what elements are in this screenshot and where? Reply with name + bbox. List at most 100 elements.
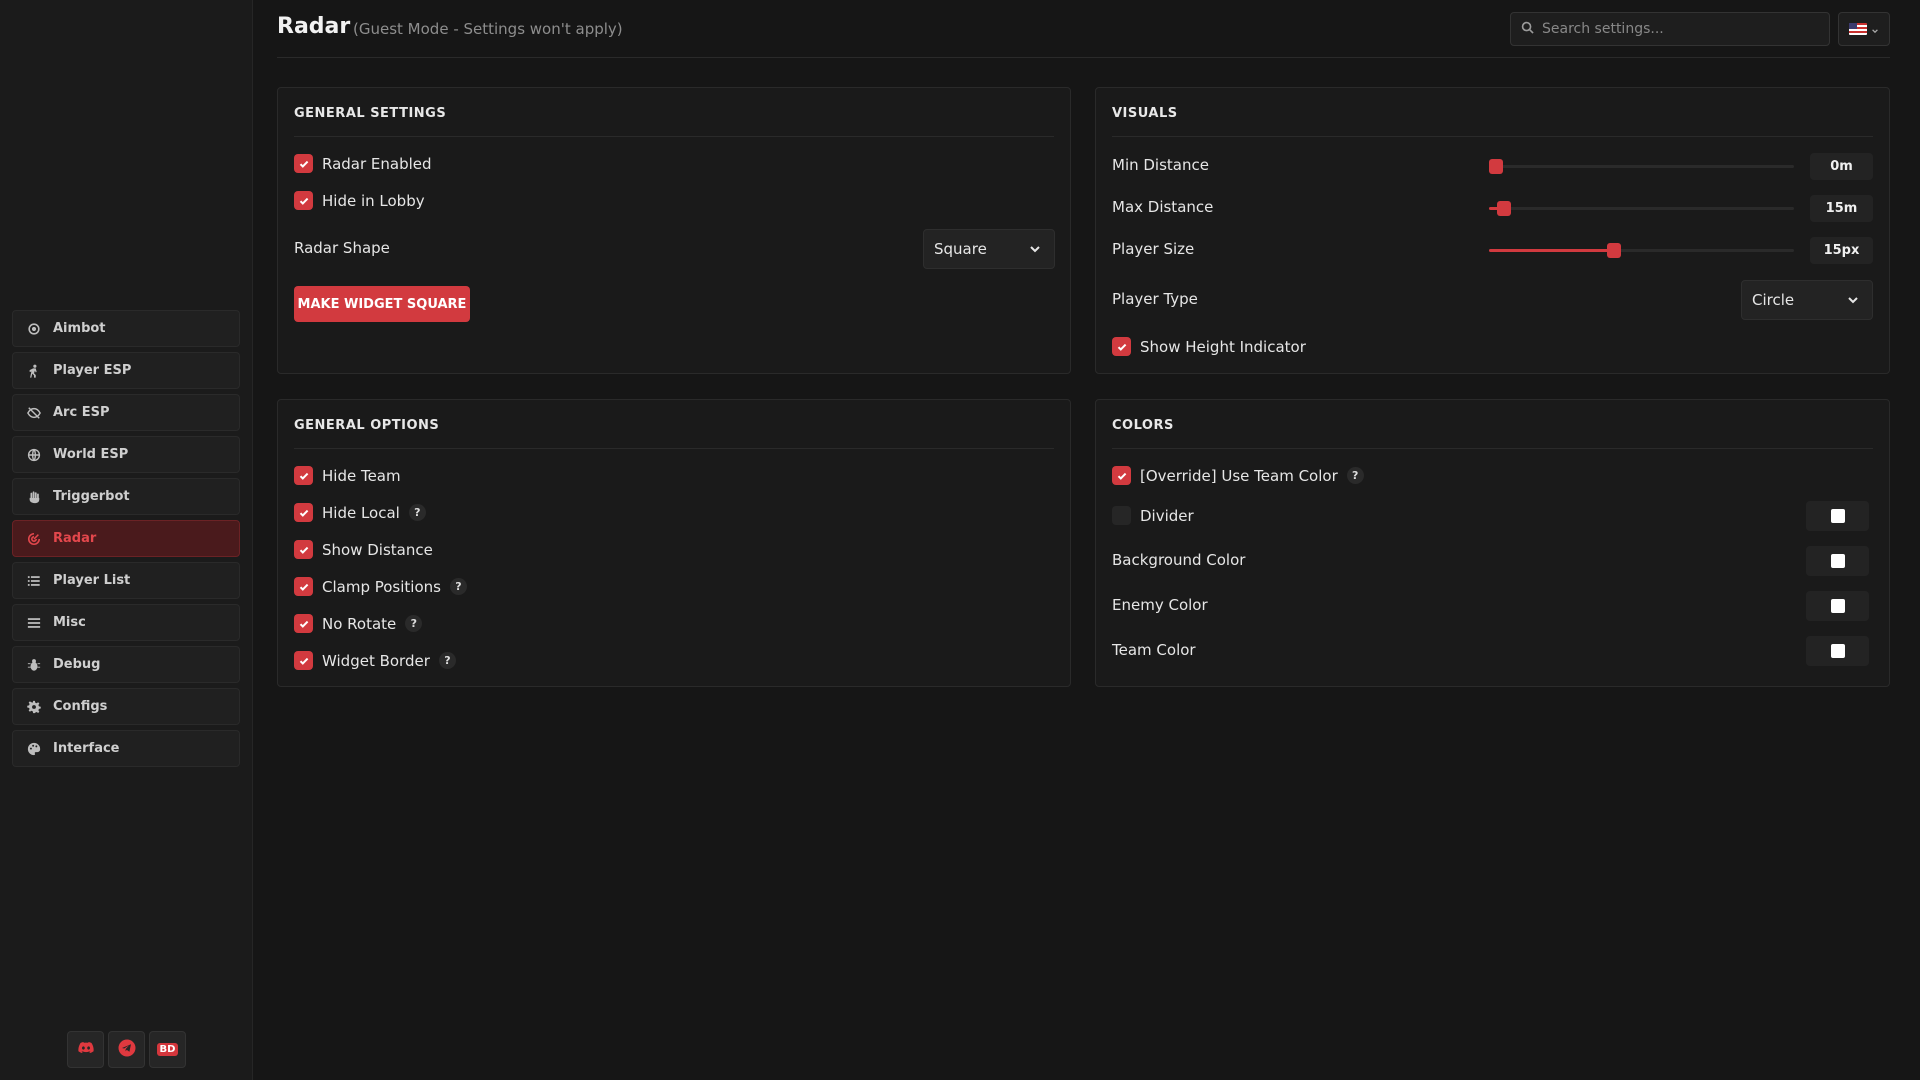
sidebar-item-label: Arc ESP [53,405,110,420]
chevron-down-icon [1030,246,1040,253]
min-distance-value[interactable]: 0m [1810,153,1873,180]
max-distance-slider[interactable] [1489,201,1794,216]
search-placeholder: Search settings... [1542,21,1664,37]
sidebar-item-player-list[interactable]: Player List [12,562,240,599]
sidebar-item-interface[interactable]: Interface [12,730,240,767]
player-size-value[interactable]: 15px [1810,237,1873,264]
min-distance-slider[interactable] [1489,159,1794,174]
enemy-color-row: Enemy Color [1112,596,1873,614]
show-height-indicator-label: Show Height Indicator [1140,337,1306,356]
hide-team-row[interactable]: Hide Team [294,466,1054,485]
no-rotate-checkbox[interactable] [294,614,313,633]
show-distance-checkbox[interactable] [294,540,313,559]
enemy-color-label: Enemy Color [1112,596,1208,614]
sidebar-item-misc[interactable]: Misc [12,604,240,641]
radar-shape-value: Square [934,240,987,258]
crosshair-icon [27,322,41,336]
team-color-row: Team Color [1112,641,1873,659]
override-team-color-checkbox[interactable] [1112,466,1131,485]
palette-icon [27,742,41,756]
divider-checkbox[interactable] [1112,506,1131,525]
panel-title: VISUALS [1112,106,1178,121]
hide-team-checkbox[interactable] [294,466,313,485]
visuals-panel: VISUALS Min Distance 0m Max Distance 15m… [1095,87,1890,374]
sidebar-item-arc-esp[interactable]: Arc ESP [12,394,240,431]
radar-enabled-checkbox[interactable] [294,154,313,173]
widget-border-label: Widget Border [322,651,430,670]
max-distance-value[interactable]: 15m [1810,195,1873,222]
telegram-button[interactable] [108,1031,145,1068]
help-icon[interactable]: ? [449,578,467,595]
clamp-positions-checkbox[interactable] [294,577,313,596]
sidebar-item-aimbot[interactable]: Aimbot [12,310,240,347]
sidebar-item-label: Aimbot [53,321,106,336]
sidebar-nav: Aimbot Player ESP Arc ESP World ESP Trig… [12,310,240,772]
sidebar-item-configs[interactable]: Configs [12,688,240,725]
widget-border-row[interactable]: Widget Border ? [294,651,1054,670]
player-size-slider[interactable] [1489,243,1794,258]
help-icon[interactable]: ? [408,504,426,521]
no-rotate-row[interactable]: No Rotate ? [294,614,1054,633]
override-team-color-row[interactable]: [Override] Use Team Color ? [1112,466,1873,485]
language-selector[interactable] [1838,12,1890,46]
sidebar-item-debug[interactable]: Debug [12,646,240,683]
page-subtitle: (Guest Mode - Settings won't apply) [353,20,623,38]
color-swatch [1830,509,1845,523]
sidebar-item-player-esp[interactable]: Player ESP [12,352,240,389]
discord-button[interactable] [67,1031,104,1068]
page-title: Radar [277,14,351,39]
hide-local-label: Hide Local [322,503,400,522]
widget-border-checkbox[interactable] [294,651,313,670]
sidebar-item-label: Radar [53,531,97,546]
divider [294,448,1054,449]
slider-thumb[interactable] [1497,201,1512,216]
show-distance-row[interactable]: Show Distance [294,540,1054,559]
radar-enabled-row[interactable]: Radar Enabled [294,154,1054,173]
bd-button[interactable]: BD [149,1031,186,1068]
hide-local-row[interactable]: Hide Local ? [294,503,1054,522]
divider [1112,136,1873,137]
divider-label: Divider [1140,506,1194,525]
background-color-picker[interactable] [1806,546,1869,576]
us-flag-icon [1849,23,1867,35]
divider-color-row[interactable]: Divider [1112,506,1873,525]
sidebar-item-radar[interactable]: Radar [12,520,240,557]
help-icon[interactable]: ? [438,652,456,669]
sidebar-item-label: Player List [53,573,131,588]
page-header: Radar (Guest Mode - Settings won't apply… [277,0,1890,58]
gear-icon [27,700,41,714]
colors-panel: COLORS [Override] Use Team Color ? Divid… [1095,399,1890,687]
sidebar-item-label: Configs [53,699,108,714]
sidebar-item-label: Player ESP [53,363,132,378]
sidebar-item-label: Triggerbot [53,489,130,504]
player-type-select[interactable]: Circle [1741,280,1873,320]
hide-in-lobby-row[interactable]: Hide in Lobby [294,191,1054,210]
menu-icon [27,616,41,630]
color-swatch [1830,599,1845,613]
help-icon[interactable]: ? [1346,467,1364,484]
show-height-indicator-row[interactable]: Show Height Indicator [1112,337,1873,356]
slider-thumb[interactable] [1607,243,1622,258]
sidebar-item-world-esp[interactable]: World ESP [12,436,240,473]
player-type-label: Player Type [1112,290,1198,308]
hide-in-lobby-checkbox[interactable] [294,191,313,210]
radar-shape-select[interactable]: Square [923,229,1055,269]
enemy-color-picker[interactable] [1806,591,1869,621]
team-color-picker[interactable] [1806,636,1869,666]
search-input[interactable]: Search settings... [1510,12,1830,46]
show-distance-label: Show Distance [322,540,433,559]
hide-local-checkbox[interactable] [294,503,313,522]
clamp-positions-label: Clamp Positions [322,577,441,596]
divider-color-picker[interactable] [1806,501,1869,531]
help-icon[interactable]: ? [405,615,423,632]
slider-thumb[interactable] [1489,159,1503,174]
no-rotate-label: No Rotate [322,614,397,633]
player-type-value: Circle [1752,291,1795,309]
bd-logo-icon: BD [156,1043,179,1056]
divider [1112,448,1873,449]
show-height-indicator-checkbox[interactable] [1112,337,1131,356]
clamp-positions-row[interactable]: Clamp Positions ? [294,577,1054,596]
sidebar-item-triggerbot[interactable]: Triggerbot [12,478,240,515]
make-widget-square-button[interactable]: MAKE WIDGET SQUARE [294,286,470,322]
hide-team-label: Hide Team [322,466,401,485]
